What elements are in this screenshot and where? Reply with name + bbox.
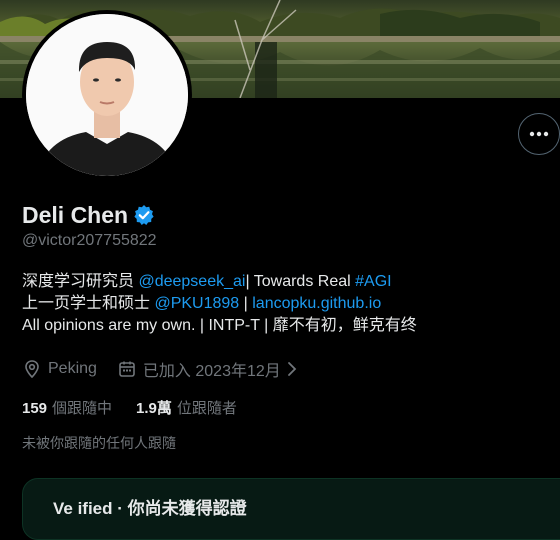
bio-separator: | [239,295,253,312]
join-date: 已加入 2023年12月 [117,357,305,381]
more-horizontal-icon [529,131,549,137]
bio-text: 深度学习研究员 [22,273,139,290]
following-count: 159 [22,400,48,417]
followers-link[interactable]: 1.9萬 位跟隨者 [136,397,237,418]
location-text: Peking [48,360,97,377]
verified-badge-icon[interactable] [133,204,155,226]
card-title: Ve ified · 你尚未獲得認證 [53,499,247,518]
avatar-ring[interactable] [22,10,192,180]
mention-link-deepseek[interactable]: @deepseek_ai [138,273,245,290]
following-label: 個跟隨中 [52,400,113,417]
following-link[interactable]: 159 個跟隨中 [22,397,112,418]
join-date-text: 已加入 2023年12月 [142,363,281,380]
bio: 深度学习研究员 @deepseek_ai| Towards Real #AGI … [22,271,552,337]
followers-count: 1.9萬 [136,400,172,417]
website-link[interactable]: lancopku.github.io [252,295,381,312]
not-followed-notice: 未被你跟隨的任何人跟隨 [22,435,176,451]
mention-link-pku[interactable]: @PKU1898 [154,295,239,312]
location: Peking [22,359,97,379]
bio-line-1: 深度学习研究员 @deepseek_ai| Towards Real #AGI [22,271,552,293]
avatar[interactable] [26,14,188,176]
bio-text: | Towards Real [245,273,356,290]
verification-card[interactable]: Ve ified · 你尚未獲得認證 [22,478,560,540]
avatar-photo [26,14,188,176]
bio-text: 上一页学士和硕士 [22,295,155,312]
name-row: Deli Chen [22,200,155,230]
display-name: Deli Chen [22,201,129,228]
follow-stats: 159 個跟隨中 1.9萬 位跟隨者 [22,397,237,418]
bio-line-2: 上一页学士和硕士 @PKU1898 | lancopku.github.io [22,293,552,315]
followers-label: 位跟隨者 [176,400,237,417]
location-pin-icon [25,360,39,379]
more-button[interactable] [518,113,560,155]
bio-line-3: All opinions are my own. | INTP-T | 靡不有初… [22,317,417,334]
hashtag-link-agi[interactable]: #AGI [355,273,391,290]
chevron-right-icon[interactable] [285,361,299,377]
calendar-icon [119,361,135,377]
profile-meta: Peking 已加入 2023年12月 [22,357,305,381]
user-handle: @victor207755822 [22,232,157,249]
